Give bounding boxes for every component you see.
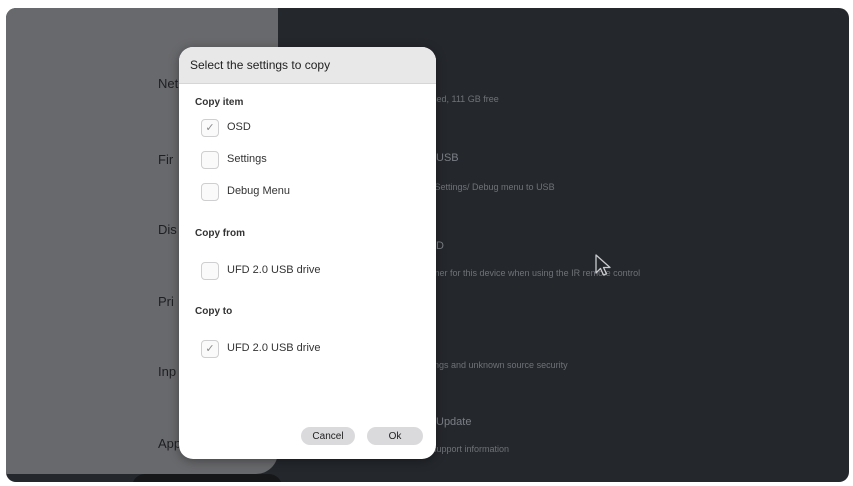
- osd-checkbox[interactable]: ✓: [201, 119, 219, 137]
- sidebar-item-display[interactable]: Dis: [158, 222, 177, 237]
- ok-button[interactable]: Ok: [367, 427, 423, 445]
- sidebar-item-network[interactable]: Net: [158, 76, 178, 91]
- system-update-title[interactable]: Update: [436, 416, 471, 428]
- sidebar-item-apps[interactable]: App: [158, 436, 181, 451]
- dialog-title: Select the settings to copy: [190, 58, 331, 72]
- copy-item-section-label: Copy item: [195, 97, 244, 108]
- sidebar-item-firmware[interactable]: Fir: [158, 152, 173, 167]
- support-info-description: support information: [432, 444, 510, 454]
- settings-label: Settings: [227, 153, 267, 165]
- copy-from-section-label: Copy from: [195, 228, 245, 239]
- debug-menu-checkbox[interactable]: [201, 183, 219, 201]
- osd-label: OSD: [227, 121, 251, 133]
- ir-remote-id-title[interactable]: D: [436, 240, 444, 252]
- copy-settings-usb-description: /Settings/ Debug menu to USB: [432, 182, 555, 192]
- copy-from-usb-checkbox[interactable]: [201, 262, 219, 280]
- storage-info-text: sed, 111 GB free: [432, 94, 499, 104]
- copy-to-section-label: Copy to: [195, 306, 233, 317]
- cancel-button[interactable]: Cancel: [301, 427, 355, 445]
- settings-checkbox[interactable]: [201, 151, 219, 169]
- copy-from-usb-label: UFD 2.0 USB drive: [227, 264, 321, 276]
- debug-menu-label: Debug Menu: [227, 185, 290, 197]
- copy-settings-dialog: Select the settings to copy Copy item ✓ …: [179, 47, 436, 459]
- dialog-header: Select the settings to copy: [179, 47, 436, 84]
- sidebar-item-input[interactable]: Inp: [158, 364, 176, 379]
- copy-to-usb-checkbox[interactable]: ✓: [201, 340, 219, 358]
- mouse-cursor-icon: [595, 254, 611, 276]
- security-description: ings and unknown source security: [432, 360, 568, 370]
- bottom-bar: [132, 474, 282, 482]
- sidebar-item-privacy[interactable]: Pri: [158, 294, 174, 309]
- copy-settings-usb-title[interactable]: USB: [436, 152, 459, 164]
- copy-to-usb-label: UFD 2.0 USB drive: [227, 342, 321, 354]
